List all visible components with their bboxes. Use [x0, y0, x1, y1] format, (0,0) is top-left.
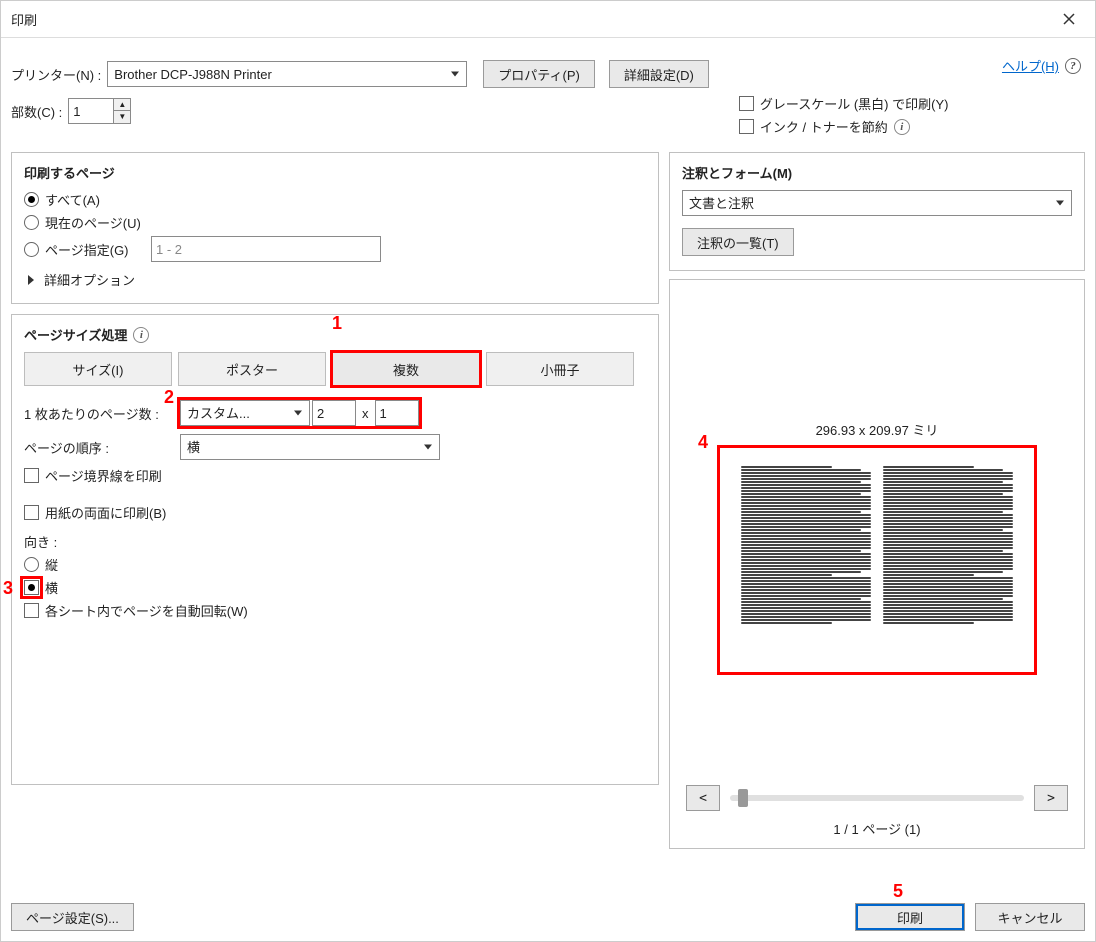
pages-section-title: 印刷するページ [24, 163, 646, 182]
grayscale-checkbox[interactable] [739, 96, 754, 111]
per-sheet-cols[interactable] [312, 400, 356, 426]
printer-select[interactable]: Brother DCP-J988N Printer [107, 61, 467, 87]
sizing-section-title: ページサイズ処理 [24, 325, 127, 344]
printer-label: プリンター(N) : [11, 65, 101, 84]
advanced-settings-button[interactable]: 詳細設定(D) [609, 60, 709, 88]
close-button[interactable] [1053, 7, 1085, 31]
duplex-label: 用紙の両面に印刷(B) [45, 503, 166, 522]
preview-dimensions: 296.93 x 209.97 ミリ [682, 420, 1072, 439]
preview-page-right [883, 466, 1013, 656]
comments-section-title: 注釈とフォーム(M) [682, 163, 1072, 182]
info-icon[interactable]: i [894, 119, 910, 135]
preview-page-counter: 1 / 1 ページ (1) [682, 819, 1072, 838]
orientation-label: 向き : [24, 532, 57, 551]
preview-prev-button[interactable]: < [686, 785, 720, 811]
callout-2: 2 [164, 387, 174, 408]
radio-landscape-label: 横 [45, 578, 58, 597]
radio-range-label: ページ指定(G) [45, 240, 145, 259]
copies-down[interactable]: ▼ [114, 111, 130, 123]
print-preview [717, 445, 1037, 675]
callout-4: 4 [698, 432, 708, 453]
radio-current-label: 現在のページ(U) [45, 213, 141, 232]
print-border-label: ページ境界線を印刷 [45, 466, 162, 485]
more-options[interactable]: 詳細オプション [44, 270, 135, 289]
duplex-checkbox[interactable] [24, 505, 39, 520]
preview-next-button[interactable]: > [1034, 785, 1068, 811]
page-order-select[interactable]: 横 [180, 434, 440, 460]
cancel-button[interactable]: キャンセル [975, 903, 1085, 931]
expand-icon[interactable] [28, 275, 34, 285]
radio-landscape[interactable] [24, 580, 39, 595]
copies-up[interactable]: ▲ [114, 99, 130, 111]
grayscale-label: グレースケール (黒白) で印刷(Y) [760, 94, 949, 113]
comments-list-button[interactable]: 注釈の一覧(T) [682, 228, 794, 256]
radio-range[interactable] [24, 242, 39, 257]
callout-3: 3 [3, 578, 13, 599]
tab-booklet[interactable]: 小冊子 [486, 352, 634, 386]
dialog-title: 印刷 [11, 10, 37, 29]
radio-current[interactable] [24, 215, 39, 230]
copies-label: 部数(C) : [11, 102, 62, 121]
page-order-label: ページの順序 : [24, 438, 174, 457]
auto-rotate-checkbox[interactable] [24, 603, 39, 618]
preview-page-left [741, 466, 871, 656]
radio-portrait-label: 縦 [45, 555, 58, 574]
savetoner-checkbox[interactable] [739, 119, 754, 134]
tab-size[interactable]: サイズ(I) [24, 352, 172, 386]
print-button[interactable]: 印刷 [855, 903, 965, 931]
help-icon[interactable]: ? [1065, 58, 1081, 74]
radio-portrait[interactable] [24, 557, 39, 572]
help-link[interactable]: ヘルプ(H) [1002, 56, 1059, 75]
copies-spinner[interactable]: ▲ ▼ [68, 98, 131, 124]
auto-rotate-label: 各シート内でページを自動回転(W) [45, 601, 248, 620]
savetoner-label: インク / トナーを節約 [760, 117, 888, 136]
per-sheet-select[interactable]: カスタム... [180, 400, 310, 426]
callout-5: 5 [893, 881, 903, 902]
info-icon[interactable]: i [133, 327, 149, 343]
properties-button[interactable]: プロパティ(P) [483, 60, 595, 88]
radio-all[interactable] [24, 192, 39, 207]
tab-poster[interactable]: ポスター [178, 352, 326, 386]
callout-1: 1 [332, 313, 342, 334]
radio-all-label: すべて(A) [45, 190, 100, 209]
copies-input[interactable] [69, 99, 113, 123]
per-sheet-label: 1 枚あたりのページ数 : [24, 404, 174, 423]
preview-slider[interactable] [730, 795, 1024, 801]
comments-select[interactable]: 文書と注釈 [682, 190, 1072, 216]
page-range-input [151, 236, 381, 262]
slider-thumb[interactable] [738, 789, 748, 807]
per-sheet-rows[interactable] [375, 400, 419, 426]
per-sheet-x: x [356, 406, 375, 421]
page-setup-button[interactable]: ページ設定(S)... [11, 903, 134, 931]
tab-multiple[interactable]: 複数 [332, 352, 480, 386]
print-border-checkbox[interactable] [24, 468, 39, 483]
